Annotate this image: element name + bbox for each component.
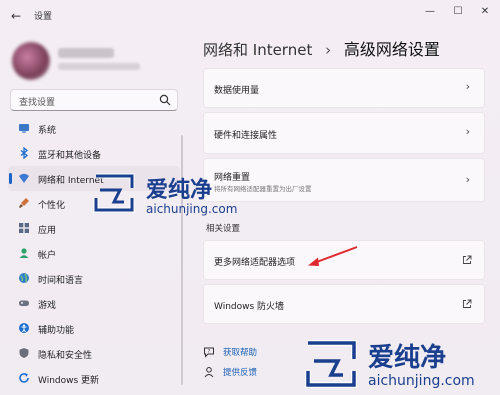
search-icon[interactable] <box>159 94 171 106</box>
sidebar-nav: 系统 蓝牙和其他设备 网络和 Internet 个性化 应用 帐户 时间和语言 … <box>8 116 180 391</box>
search-input[interactable]: 查找设置 <box>10 89 178 111</box>
card-label: 更多网络适配器选项 <box>214 258 296 268</box>
title-bar: ← 设置 — ☐ ✕ <box>0 0 500 30</box>
chevron-right-icon: › <box>465 125 470 138</box>
sidebar-item-label: 时间和语言 <box>38 276 84 286</box>
account-icon <box>19 248 29 258</box>
back-arrow-icon[interactable]: ← <box>8 8 24 24</box>
sidebar-item-accounts[interactable]: 帐户 <box>8 241 180 266</box>
help-icon: ? <box>204 347 214 358</box>
breadcrumb-separator: › <box>325 41 332 59</box>
globe-icon <box>19 273 29 283</box>
page-title: 高级网络设置 <box>343 40 440 59</box>
breadcrumb-parent[interactable]: 网络和 Internet <box>203 41 312 59</box>
sidebar-item-label: 个性化 <box>38 201 66 211</box>
watermark-corner: 爱纯净 aichunjing.com <box>302 335 498 393</box>
sidebar-item-gaming[interactable]: 游戏 <box>8 291 180 316</box>
close-button[interactable]: ✕ <box>475 4 495 20</box>
give-feedback-label: 提供反馈 <box>223 368 258 378</box>
card-label: 数据使用量 <box>214 86 260 96</box>
chevron-right-icon: › <box>465 173 470 186</box>
breadcrumb: 网络和 Internet › 高级网络设置 <box>203 36 440 60</box>
sidebar-item-bluetooth[interactable]: 蓝牙和其他设备 <box>8 141 180 166</box>
shield-icon <box>19 348 29 358</box>
sidebar-item-accessibility[interactable]: 辅助功能 <box>8 316 180 341</box>
watermark-brand: 爱纯净 <box>368 343 447 373</box>
update-icon <box>19 373 29 383</box>
watermark-logo-icon <box>305 340 357 388</box>
watermark-logo-icon <box>93 173 135 213</box>
settings-window: ← 设置 — ☐ ✕ 查找设置 系统 蓝牙和其他设备 网络和 Internet … <box>0 0 500 395</box>
system-icon <box>19 124 29 133</box>
sidebar-item-system[interactable]: 系统 <box>8 116 180 141</box>
network-icon <box>19 173 29 183</box>
related-settings-heading: 相关设置 <box>206 224 241 234</box>
sidebar-item-label: Windows 更新 <box>38 376 100 386</box>
sidebar-item-label: 隐私和安全性 <box>38 351 93 361</box>
brush-icon <box>19 198 29 208</box>
card-label: 硬件和连接属性 <box>214 131 278 141</box>
watermark-center: 爱纯净 aichunjing.com <box>90 170 260 218</box>
sidebar-item-label: 系统 <box>38 126 57 136</box>
search-placeholder: 查找设置 <box>19 98 56 108</box>
watermark-url: aichunjing.com <box>368 373 475 389</box>
get-help-label: 获取帮助 <box>223 348 258 358</box>
minimize-button[interactable]: — <box>420 4 440 20</box>
gamepad-icon <box>19 300 29 306</box>
card-label: Windows 防火墙 <box>214 302 285 312</box>
sidebar-item-windows-update[interactable]: Windows 更新 <box>8 366 180 391</box>
svg-text:?: ? <box>208 349 211 355</box>
profile-name-blurred <box>58 48 114 58</box>
sidebar-item-privacy[interactable]: 隐私和安全性 <box>8 341 180 366</box>
sidebar-item-label: 游戏 <box>38 301 57 311</box>
external-link-icon <box>463 299 472 308</box>
sidebar-item-label: 帐户 <box>38 251 57 261</box>
sidebar-item-label: 蓝牙和其他设备 <box>38 151 102 161</box>
hardware-properties-card[interactable]: 硬件和连接属性 › <box>203 112 485 154</box>
maximize-button[interactable]: ☐ <box>448 4 468 20</box>
accessibility-icon <box>19 323 29 333</box>
sidebar-item-time-language[interactable]: 时间和语言 <box>8 266 180 291</box>
sidebar-item-label: 应用 <box>38 226 57 236</box>
watermark-brand: 爱纯净 <box>146 178 213 203</box>
data-usage-card[interactable]: 数据使用量 › <box>203 68 485 108</box>
sidebar-item-label: 辅助功能 <box>38 326 75 336</box>
watermark-url: aichunjing.com <box>146 202 238 216</box>
feedback-icon <box>204 367 214 378</box>
apps-icon <box>19 223 29 233</box>
external-link-icon <box>463 255 472 264</box>
profile-email-blurred <box>58 63 140 70</box>
red-arrow-annotation <box>308 246 358 266</box>
avatar[interactable] <box>12 42 50 80</box>
windows-firewall-card[interactable]: Windows 防火墙 <box>203 284 485 324</box>
app-title: 设置 <box>34 12 53 22</box>
sidebar-item-apps[interactable]: 应用 <box>8 216 180 241</box>
chevron-right-icon: › <box>465 80 470 93</box>
bluetooth-icon <box>20 147 29 159</box>
